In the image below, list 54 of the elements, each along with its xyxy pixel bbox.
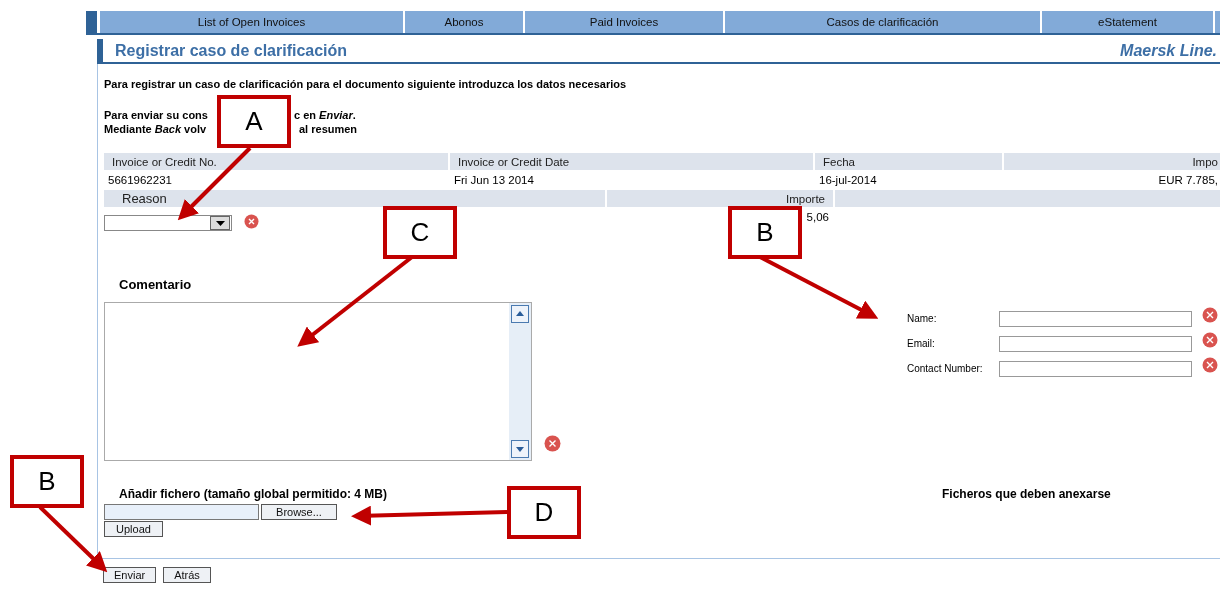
- column-header: Reason: [104, 190, 605, 207]
- field-label: Contact Number:: [907, 362, 984, 374]
- column-header: Importe: [607, 190, 833, 207]
- column-header: Invoice or Credit No.: [104, 153, 448, 170]
- table-cell-text: 16-jul-2014: [818, 173, 878, 188]
- instruction-text: Mediante Back volv: [104, 122, 207, 136]
- file-path-field[interactable]: [104, 504, 259, 520]
- nav-bar-end: [1213, 11, 1220, 33]
- nav-tab[interactable]: List of Open Invoices: [100, 11, 403, 33]
- instruction-text: c en Enviar.: [294, 108, 356, 122]
- callout-label: A: [217, 95, 291, 148]
- nav-tab[interactable]: Abonos: [403, 11, 523, 33]
- table-cell-text: EUR 7.785,: [1157, 173, 1219, 188]
- brand-name: Maersk Line.: [1120, 41, 1217, 60]
- table-cell-text: 5,06: [805, 210, 830, 225]
- scroll-down-icon[interactable]: [511, 440, 529, 458]
- page-title: Registrar caso de clarificación: [115, 41, 348, 60]
- attachment-label: Añadir fichero (tamaño global permitido: 4 MB): [118, 487, 388, 503]
- callout-label: C: [383, 206, 457, 259]
- required-files-label: Ficheros que deben anexarse: [942, 487, 1111, 503]
- column-header: Impo: [1004, 153, 1220, 170]
- error-icon: [1202, 307, 1218, 323]
- comment-label: Comentario: [118, 277, 193, 292]
- input-field[interactable]: [999, 311, 1192, 327]
- caret-icon: [210, 216, 230, 230]
- field-label: Email:: [907, 337, 936, 349]
- intro-text: Para registrar un caso de clarificación para el documento siguiente introduzca los datos necesarios: [104, 78, 628, 90]
- table-cell-text: Fri Jun 13 2014: [453, 173, 535, 188]
- nav-tab[interactable]: Paid Invoices: [523, 11, 723, 33]
- action-button[interactable]: Enviar: [103, 567, 157, 583]
- nav-tab[interactable]: Casos de clarificación: [723, 11, 1040, 33]
- browse-button[interactable]: Browse...: [261, 504, 337, 520]
- instruction-text: al resumen: [299, 122, 358, 136]
- table-cell-text: 5661962231: [107, 173, 173, 188]
- column-header: Fecha: [815, 153, 1002, 170]
- instruction-text: Para enviar su cons: [104, 108, 208, 122]
- comment-field[interactable]: [104, 302, 532, 461]
- callout-label: D: [507, 486, 581, 539]
- upload-button[interactable]: Upload: [104, 521, 163, 537]
- input-field[interactable]: [999, 361, 1192, 377]
- input-field[interactable]: [999, 336, 1192, 352]
- column-header: Invoice or Credit Date: [450, 153, 813, 170]
- nav-tab[interactable]: eStatement: [1040, 11, 1213, 33]
- field-label: Name:: [907, 312, 938, 324]
- error-icon: [544, 435, 561, 452]
- action-button[interactable]: Atrás: [163, 567, 211, 583]
- error-icon: [244, 214, 259, 229]
- error-icon: [1202, 332, 1218, 348]
- reason-dropdown[interactable]: [104, 215, 232, 231]
- scrollbar[interactable]: [509, 303, 531, 460]
- callout-label: B: [728, 206, 802, 259]
- callout-label: B: [10, 455, 84, 508]
- error-icon: [1202, 357, 1218, 373]
- scroll-up-icon[interactable]: [511, 305, 529, 323]
